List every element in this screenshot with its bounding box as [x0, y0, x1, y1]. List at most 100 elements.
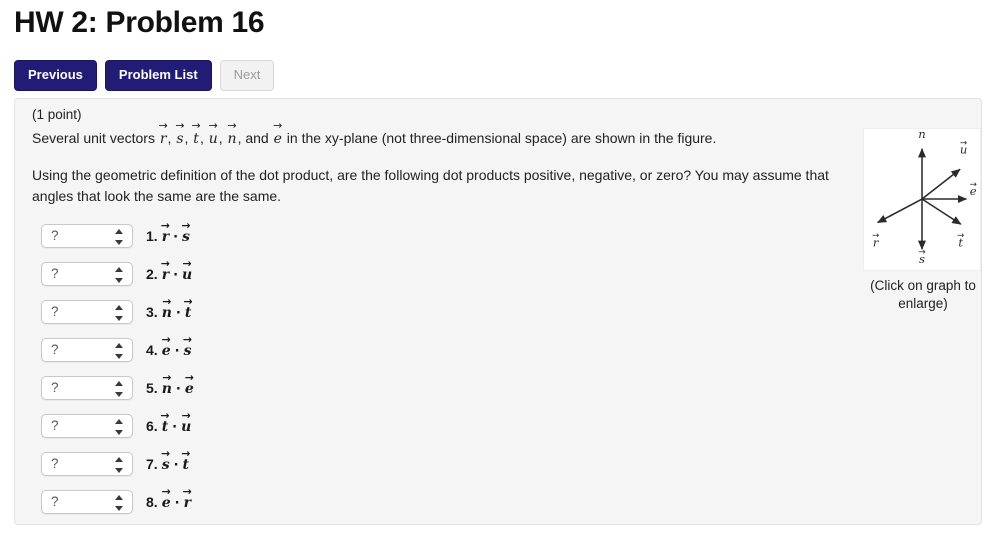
vector-arrow-icon: →: [162, 370, 172, 384]
navigation-bar: Previous Problem List Next: [14, 60, 275, 91]
answer-select-value: ?: [51, 304, 59, 319]
stepper-arrows-icon[interactable]: [115, 228, 124, 246]
vector-n-expr: → n: [161, 294, 172, 321]
vector-arrow-icon: →: [160, 256, 170, 270]
vector-u-expr: → u: [182, 256, 193, 283]
vector-t-expr: → t: [181, 446, 191, 473]
vector-arrow-icon: →: [160, 408, 170, 422]
vector-e-expr: → e: [184, 370, 194, 397]
answer-number: 5.: [146, 379, 158, 396]
answer-expression: 5. → n · → e: [146, 370, 195, 397]
dot-operator: ·: [174, 343, 180, 359]
answer-select-value: ?: [51, 380, 59, 395]
dot-operator: ·: [173, 229, 179, 245]
answer-number: 1.: [146, 227, 158, 244]
answer-number: 7.: [146, 455, 158, 472]
answer-select-value: ?: [51, 494, 59, 509]
vector-arrow-icon: →: [191, 119, 201, 133]
vector-arrow-icon: →: [181, 218, 191, 232]
figure-container: n→u→e→t→r→s→ (Click on graph to enlarge): [863, 128, 983, 313]
vector-arrow-icon: →: [918, 128, 925, 133]
vector-u-expr: → u: [181, 408, 192, 435]
vector-arrows-group: [877, 148, 968, 250]
vector-arrow-icon: →: [181, 446, 191, 460]
answer-select-value: ?: [51, 266, 59, 281]
vector-arrow-icon: →: [181, 408, 191, 422]
answer-expression: 4. → e · → s: [146, 332, 193, 359]
statement-suffix: in the xy-plane (not three-dimensional s…: [282, 130, 717, 146]
vector-arrow-icon: →: [970, 180, 977, 190]
vector-arrow-icon: →: [182, 484, 192, 498]
vector-s-inline: → s: [175, 119, 185, 147]
vector-r-expr: → r: [160, 256, 170, 283]
vector-arrow-icon: →: [183, 294, 193, 308]
vector-arrow-icon: →: [161, 446, 171, 460]
vector-n-inline: → n: [227, 119, 237, 147]
answer-select-value: ?: [51, 418, 59, 433]
problem-statement-line-2: Using the geometric definition of the do…: [32, 167, 829, 204]
vector-arrow-icon: →: [175, 119, 185, 133]
vector-arrow-icon: →: [161, 484, 171, 498]
answer-select-8[interactable]: ?: [41, 490, 133, 514]
dot-operator: ·: [175, 305, 181, 321]
answer-number: 8.: [146, 493, 158, 510]
next-button[interactable]: Next: [219, 60, 275, 91]
answer-row: ? 4. → e · → s: [41, 331, 195, 369]
answer-select-1[interactable]: ?: [41, 224, 133, 248]
vector-r-expr: → r: [160, 218, 170, 245]
problem-list-button[interactable]: Problem List: [104, 60, 212, 91]
vector-arrow-icon: →: [957, 231, 964, 241]
answer-number: 2.: [146, 265, 158, 282]
vector-arrow-icon: →: [918, 248, 925, 258]
answer-select-4[interactable]: ?: [41, 338, 133, 362]
vector-arrow-icon: →: [161, 332, 171, 346]
vector-r-expr: → r: [182, 484, 192, 511]
stepper-arrows-icon[interactable]: [115, 418, 124, 436]
points-label: (1 point): [32, 107, 82, 122]
stepper-arrows-icon[interactable]: [115, 494, 124, 512]
vector-arrow-icon: →: [160, 218, 170, 232]
vector-s-expr: → s: [182, 332, 193, 359]
stepper-arrows-icon[interactable]: [115, 304, 124, 322]
vector-u-arrow: [921, 168, 961, 200]
vector-s-expr: → s: [181, 218, 191, 245]
answer-select-7[interactable]: ?: [41, 452, 133, 476]
page-title: HW 2: Problem 16: [14, 6, 265, 39]
vector-arrow-icon: →: [227, 119, 237, 133]
answer-select-value: ?: [51, 342, 59, 357]
answer-expression: 1. → r · → s: [146, 218, 191, 245]
vector-arrow-icon: →: [182, 256, 192, 270]
answer-select-5[interactable]: ?: [41, 376, 133, 400]
answer-select-3[interactable]: ?: [41, 300, 133, 324]
vector-r-inline: → r: [158, 119, 168, 147]
answer-expression: 8. → e · → r: [146, 484, 192, 511]
vector-t-inline: → t: [191, 119, 201, 147]
dot-operator: ·: [173, 267, 179, 283]
dot-operator: ·: [172, 419, 178, 435]
vector-e-inline: → e: [273, 119, 283, 147]
answer-select-value: ?: [51, 456, 59, 471]
stepper-arrows-icon[interactable]: [115, 380, 124, 398]
stepper-arrows-icon[interactable]: [115, 342, 124, 360]
vector-arrow-icon: →: [182, 332, 193, 346]
figure-caption: (Click on graph to enlarge): [870, 278, 976, 311]
vector-t-arrow: [921, 198, 962, 225]
vector-diagram[interactable]: n→u→e→t→r→s→: [863, 128, 981, 271]
answer-select-6[interactable]: ?: [41, 414, 133, 438]
statement-prefix: Several unit vectors: [32, 130, 159, 146]
previous-button[interactable]: Previous: [14, 60, 97, 91]
answer-select-2[interactable]: ?: [41, 262, 133, 286]
stepper-arrows-icon[interactable]: [115, 266, 124, 284]
dot-operator: ·: [175, 381, 181, 397]
dot-operator: ·: [174, 495, 180, 511]
answer-expression: 7. → s · → t: [146, 446, 191, 473]
vector-r-arrow: [877, 198, 923, 224]
vector-u-inline: → u: [208, 119, 218, 147]
vector-arrow-icon: →: [162, 294, 172, 308]
answer-row: ? 7. → s · → t: [41, 445, 195, 483]
answer-list: ? 1. → r · → s? 2. → r · → u? 3. → n · → t? 4. → e · → s? 5. → n · → e…: [41, 217, 195, 521]
stepper-arrows-icon[interactable]: [115, 456, 124, 474]
answer-row: ? 2. → r · → u: [41, 255, 195, 293]
vector-arrow-icon: →: [184, 370, 194, 384]
problem-panel: (1 point) Several unit vectors → r, → s, →…: [14, 98, 982, 525]
